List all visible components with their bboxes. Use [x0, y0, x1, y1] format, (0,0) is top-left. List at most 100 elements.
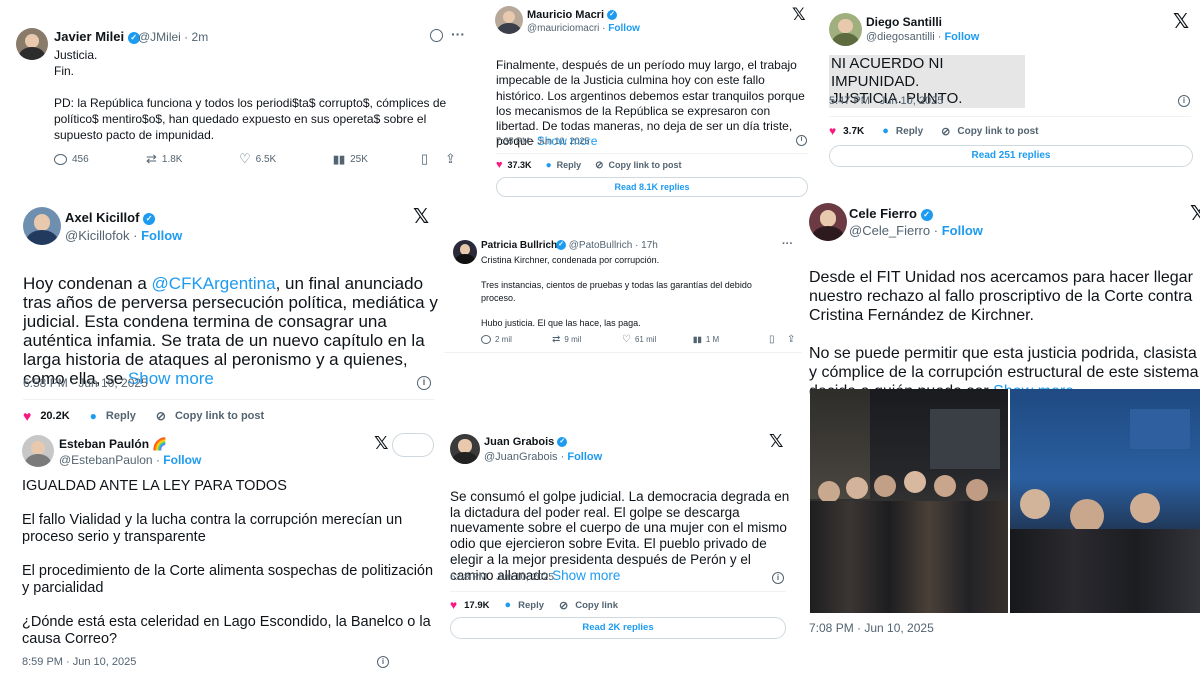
verified-icon: ✓ [556, 240, 566, 251]
info-icon[interactable]: i [377, 656, 389, 668]
divider [450, 591, 786, 592]
author-name[interactable]: Juan Grabois ✓ [484, 436, 568, 448]
photo-right[interactable] [1010, 389, 1200, 613]
x-logo-icon[interactable]: 𝕏 [413, 204, 429, 228]
tweet-bullrich: Patricia Bullrich ✓ @PatoBullrich · 17h … [444, 230, 802, 360]
reply-action[interactable]: ● Reply [504, 599, 544, 611]
like-action[interactable]: ♡ 61 mil [622, 334, 693, 345]
author-name[interactable]: Cele Fierro ✓ [849, 206, 933, 221]
author-handle: @JuanGrabois · Follow [484, 451, 603, 463]
author-name[interactable]: Esteban Paulón 🌈 [59, 437, 167, 451]
info-icon[interactable]: i [796, 135, 807, 146]
tweet-actions: ♥ 20.2K ● Reply ⊘ Copy link to post [23, 408, 264, 424]
bookmark-icon[interactable]: ▯ [421, 151, 445, 167]
reply-action[interactable]: ● Reply [546, 160, 582, 171]
author-name[interactable]: Axel Kicillof ✓ [65, 210, 156, 225]
share-icon[interactable]: ⇪ [787, 334, 795, 345]
follow-button[interactable]: Follow [567, 451, 602, 463]
author-handle[interactable]: @JMilei · 2m [138, 30, 208, 44]
divider [444, 352, 802, 353]
x-logo-icon[interactable]: 𝕏 [792, 5, 806, 25]
copy-link-action[interactable]: ⊘ Copy link to post [156, 409, 264, 423]
retweet-icon[interactable] [430, 29, 443, 42]
tweet-text: Finalmente, después de un período muy la… [496, 58, 805, 149]
author-name[interactable]: Patricia Bullrich [481, 240, 557, 251]
info-icon[interactable]: i [772, 572, 784, 584]
avatar[interactable] [450, 434, 480, 464]
timestamp[interactable]: 5:47 PM · Jun 10, 2025 [829, 95, 943, 107]
copy-link-action[interactable]: ⊘ Copy link to post [941, 125, 1038, 138]
reply-action[interactable]: ● Reply [90, 409, 136, 423]
tweet-actions: ♥ 3.7K ● Reply ⊘ Copy link to post [829, 124, 1038, 138]
info-icon[interactable]: i [417, 376, 431, 390]
read-replies-button[interactable]: Read 8.1K replies [496, 177, 808, 197]
avatar[interactable] [829, 13, 862, 46]
author-name[interactable]: Javier Milei ✓ [54, 29, 140, 44]
timestamp[interactable]: 8:59 PM · Jun 10, 2025 [22, 656, 136, 668]
reply-icon [54, 153, 67, 165]
show-more-link[interactable]: Show more [552, 568, 620, 583]
avatar[interactable] [495, 6, 523, 34]
x-logo-icon[interactable]: 𝕏 [374, 433, 389, 454]
mention-link[interactable]: @CFKArgentina [152, 274, 276, 293]
follow-button[interactable]: Follow [944, 31, 979, 43]
x-logo-icon[interactable]: 𝕏 [769, 431, 784, 452]
timestamp[interactable]: 7:35 PM · Jun 10, 2025 [496, 136, 590, 146]
timestamp[interactable]: 6:58 PM · Jun 10, 2025 [23, 376, 148, 390]
avatar[interactable] [16, 28, 48, 60]
timestamp[interactable]: 7:08 PM · Jun 10, 2025 [809, 621, 934, 635]
like-action[interactable]: ♥ 3.7K [829, 124, 864, 138]
tweet-fierro: Cele Fierro ✓ @Cele_Fierro · Follow 𝕏 De… [802, 196, 1200, 675]
author-name[interactable]: Mauricio Macri ✓ [527, 9, 618, 21]
link-icon: ⊘ [595, 159, 604, 171]
like-action[interactable]: ♥ 20.2K [23, 408, 70, 424]
reply-icon: ● [882, 125, 889, 137]
tweet-text: Se consumó el golpe judicial. La democra… [450, 488, 790, 583]
author-name[interactable]: Diego Santilli [866, 15, 942, 29]
follow-button[interactable]: Follow [942, 223, 983, 238]
heart-icon: ♥ [829, 124, 837, 138]
more-icon[interactable]: ··· [782, 238, 793, 250]
read-replies-button[interactable]: Read 2K replies [450, 617, 786, 639]
info-icon[interactable]: i [1178, 95, 1190, 107]
like-action[interactable]: ♥ 37.3K [496, 159, 532, 171]
verified-icon: ✓ [607, 10, 618, 21]
divider [23, 399, 435, 400]
repost-icon: ⇄ [146, 151, 157, 166]
x-logo-icon[interactable]: 𝕏 [1190, 201, 1200, 225]
like-action[interactable]: ♥ 17.9K [450, 598, 489, 612]
reply-action[interactable]: 456 [54, 153, 146, 165]
like-action[interactable]: ♡ 6.5K [239, 151, 333, 167]
bookmark-icon[interactable]: ▯ [769, 334, 787, 345]
reply-icon: ● [545, 159, 552, 171]
follow-button[interactable]: Follow [163, 453, 201, 467]
views-action[interactable]: ▮▮ 1 M [693, 335, 769, 344]
follow-button[interactable]: Follow [141, 228, 182, 243]
more-icon[interactable]: ··· [451, 26, 465, 42]
heart-icon: ♡ [239, 151, 251, 166]
views-action[interactable]: ▮▮ 25K [333, 153, 421, 166]
photo-left[interactable] [810, 389, 1008, 613]
read-replies-button[interactable]: Read 251 replies [829, 145, 1193, 167]
copy-link-action[interactable]: ⊘ Copy link [559, 599, 618, 612]
avatar[interactable] [453, 240, 477, 264]
repost-action[interactable]: ⇄ 9 mil [552, 334, 622, 345]
reply-action[interactable]: 2 mil [481, 335, 552, 344]
x-logo-icon[interactable]: 𝕏 [1173, 9, 1189, 33]
share-icon[interactable]: ⇪ [445, 151, 456, 167]
reply-action[interactable]: ● Reply [882, 125, 923, 137]
tweet-text: Desde el FIT Unidad nos acercamos para h… [809, 249, 1200, 401]
avatar[interactable] [22, 435, 54, 467]
timestamp[interactable]: 6:58 PM · Jun 10, 2025 [450, 572, 554, 583]
views-icon: ▮▮ [693, 335, 702, 344]
link-icon: ⊘ [155, 409, 166, 423]
reply-icon: ● [504, 599, 512, 611]
toggle-control[interactable] [392, 433, 434, 457]
follow-button[interactable]: Follow [608, 23, 640, 34]
avatar[interactable] [23, 207, 61, 245]
avatar[interactable] [809, 203, 847, 241]
heart-icon: ♥ [23, 408, 32, 424]
tweet-paulon: Esteban Paulón 🌈 @EstebanPaulon · Follow… [0, 430, 444, 675]
copy-link-action[interactable]: ⊘ Copy link to post [595, 160, 681, 171]
repost-action[interactable]: ⇄ 1.8K [146, 151, 239, 167]
